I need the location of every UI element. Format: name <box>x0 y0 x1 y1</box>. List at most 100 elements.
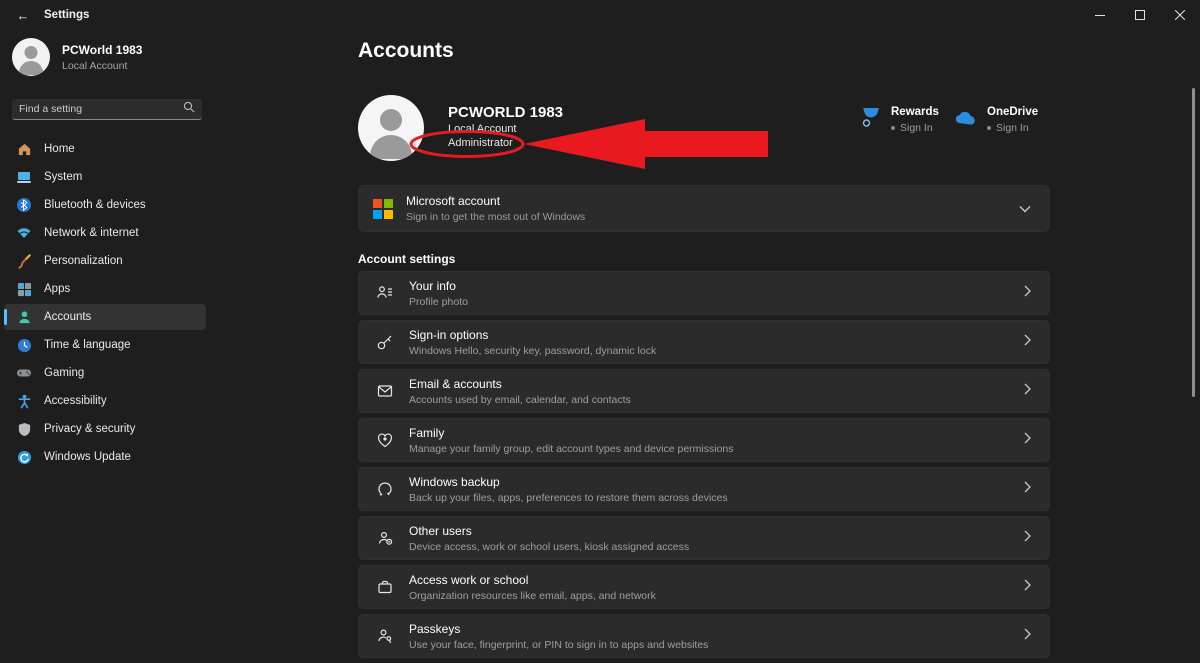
backup-icon <box>369 480 401 498</box>
sidebar-item-label: Bluetooth & devices <box>44 199 146 211</box>
onedrive-cloud-icon <box>952 106 978 135</box>
chevron-down-icon[interactable] <box>1019 200 1031 218</box>
back-icon[interactable]: ← <box>8 4 38 26</box>
onedrive-sign-in[interactable]: Sign In <box>987 122 1038 134</box>
sidebar-item-gaming[interactable]: Gaming <box>4 360 206 386</box>
rewards-block: Rewards Sign In <box>860 106 939 135</box>
home-icon <box>16 141 32 157</box>
sidebar-item-label: Network & internet <box>44 227 139 239</box>
sidebar-nav: Home System Bluetooth & devices Network … <box>4 136 206 472</box>
window-controls <box>1080 0 1200 30</box>
gaming-icon <box>16 365 32 381</box>
sidebar-item-network[interactable]: Network & internet <box>4 220 206 246</box>
card-subtitle: Profile photo <box>409 296 468 308</box>
sidebar-item-label: Time & language <box>44 339 131 351</box>
bluetooth-icon <box>16 197 32 213</box>
chevron-right-icon <box>1024 382 1031 400</box>
sidebar-item-label: Apps <box>44 283 70 295</box>
window-title: Settings <box>44 9 89 21</box>
sidebar-profile[interactable]: PCWorld 1983 Local Account <box>12 38 142 76</box>
profile-role: Administrator <box>448 137 513 149</box>
card-access-work-school[interactable]: Access work or school Organization resou… <box>358 565 1050 609</box>
search-box[interactable] <box>12 99 202 120</box>
windows-update-icon <box>16 449 32 465</box>
sidebar-item-home[interactable]: Home <box>4 136 206 162</box>
card-other-users[interactable]: Other users Device access, work or schoo… <box>358 516 1050 560</box>
chevron-right-icon <box>1024 480 1031 498</box>
sidebar-profile-name: PCWorld 1983 <box>62 43 142 57</box>
sidebar-item-windows-update[interactable]: Windows Update <box>4 444 206 470</box>
card-subtitle: Windows Hello, security key, password, d… <box>409 345 656 357</box>
close-icon[interactable] <box>1160 0 1200 30</box>
card-title: Windows backup <box>409 475 728 489</box>
card-title: Family <box>409 426 734 440</box>
sidebar-item-label: Privacy & security <box>44 423 135 435</box>
briefcase-icon <box>369 578 401 596</box>
scrollbar-thumb[interactable] <box>1192 88 1195 397</box>
banner-subtitle: Sign in to get the most out of Windows <box>406 211 585 223</box>
apps-icon <box>16 281 32 297</box>
email-icon <box>369 382 401 400</box>
search-icon <box>183 100 195 118</box>
card-sign-in-options[interactable]: Sign-in options Windows Hello, security … <box>358 320 1050 364</box>
banner-title: Microsoft account <box>406 194 585 208</box>
chevron-right-icon <box>1024 284 1031 302</box>
sidebar-item-apps[interactable]: Apps <box>4 276 206 302</box>
sidebar-item-label: Windows Update <box>44 451 131 463</box>
rewards-icon <box>860 106 882 135</box>
sidebar-item-label: Home <box>44 143 75 155</box>
network-icon <box>16 225 32 241</box>
sidebar-item-label: Accounts <box>44 311 91 323</box>
personalization-icon <box>16 253 32 269</box>
sidebar-item-time-language[interactable]: Time & language <box>4 332 206 358</box>
microsoft-account-banner[interactable]: Microsoft account Sign in to get the mos… <box>358 185 1050 232</box>
titlebar: ← Settings <box>0 0 1200 30</box>
selected-indicator <box>4 309 7 325</box>
chevron-right-icon <box>1024 627 1031 645</box>
other-users-icon <box>369 529 401 547</box>
chevron-right-icon <box>1024 333 1031 351</box>
system-icon <box>16 169 32 185</box>
family-heart-icon <box>369 431 401 449</box>
sidebar-item-accounts[interactable]: Accounts <box>4 304 206 330</box>
sidebar-item-accessibility[interactable]: Accessibility <box>4 388 206 414</box>
card-subtitle: Manage your family group, edit account t… <box>409 443 734 455</box>
avatar <box>12 38 50 76</box>
bullet-icon <box>987 126 991 130</box>
sidebar-item-label: Accessibility <box>44 395 107 407</box>
section-label: Account settings <box>358 252 455 266</box>
chevron-right-icon <box>1024 529 1031 547</box>
card-email-accounts[interactable]: Email & accounts Accounts used by email,… <box>358 369 1050 413</box>
profile-name: PCWORLD 1983 <box>448 104 563 121</box>
chevron-right-icon <box>1024 431 1031 449</box>
maximize-icon[interactable] <box>1120 0 1160 30</box>
onedrive-block: OneDrive Sign In <box>952 106 1038 135</box>
time-language-icon <box>16 337 32 353</box>
card-family[interactable]: Family Manage your family group, edit ac… <box>358 418 1050 462</box>
minimize-icon[interactable] <box>1080 0 1120 30</box>
card-subtitle: Back up your files, apps, preferences to… <box>409 492 728 504</box>
search-input[interactable] <box>19 103 183 115</box>
card-title: Your info <box>409 279 468 293</box>
sidebar-item-personalization[interactable]: Personalization <box>4 248 206 274</box>
card-subtitle: Organization resources like email, apps,… <box>409 590 656 602</box>
card-subtitle: Use your face, fingerprint, or PIN to si… <box>409 639 708 651</box>
bullet-icon <box>891 126 895 130</box>
sidebar-item-label: System <box>44 171 82 183</box>
card-your-info[interactable]: Your info Profile photo <box>358 271 1050 315</box>
card-windows-backup[interactable]: Windows backup Back up your files, apps,… <box>358 467 1050 511</box>
sidebar-item-system[interactable]: System <box>4 164 206 190</box>
card-passkeys[interactable]: Passkeys Use your face, fingerprint, or … <box>358 614 1050 658</box>
accounts-icon <box>16 309 32 325</box>
profile-account-type: Local Account <box>448 123 517 135</box>
rewards-sign-in[interactable]: Sign In <box>891 122 939 134</box>
chevron-right-icon <box>1024 578 1031 596</box>
account-settings-list: Your info Profile photo Sign-in options … <box>358 271 1050 663</box>
card-title: Other users <box>409 524 689 538</box>
sidebar-item-bluetooth[interactable]: Bluetooth & devices <box>4 192 206 218</box>
privacy-shield-icon <box>16 421 32 437</box>
microsoft-logo-icon <box>373 199 393 219</box>
sidebar-item-label: Gaming <box>44 367 84 379</box>
sidebar-item-label: Personalization <box>44 255 123 267</box>
sidebar-item-privacy-security[interactable]: Privacy & security <box>4 416 206 442</box>
